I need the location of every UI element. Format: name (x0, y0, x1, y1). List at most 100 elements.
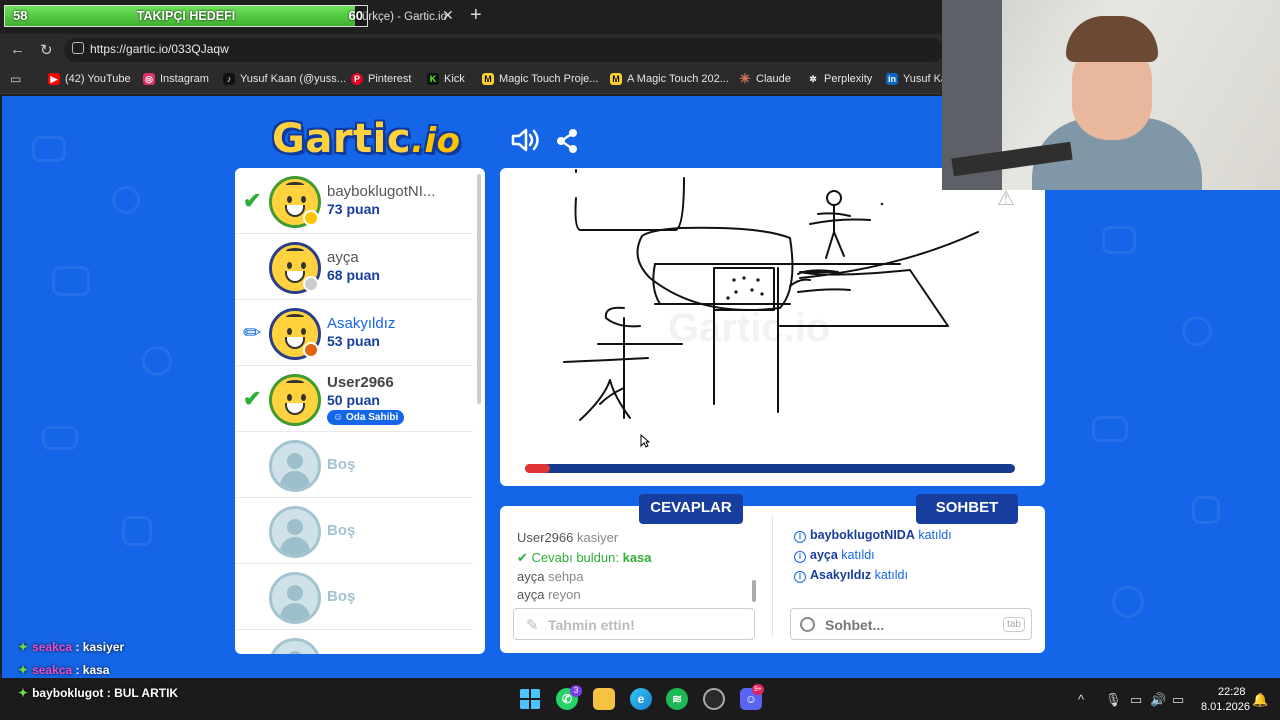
logo-text: Gartic (272, 116, 412, 162)
claude-icon: ✳ (739, 71, 751, 86)
bookmark-linkedin[interactable]: in Yusuf Ka (886, 73, 947, 85)
tray-expand-icon[interactable]: ^ (1078, 692, 1084, 707)
sound-icon[interactable] (510, 126, 540, 154)
chat-tab[interactable]: SOHBET (916, 494, 1018, 524)
close-tab-icon[interactable]: ✕ (442, 7, 454, 24)
chat-text: : kasa (75, 663, 110, 677)
owner-badge-label: Oda Sahibi (346, 412, 399, 423)
bookmark-label: A Magic Touch 202... (627, 73, 729, 85)
file-explorer-icon[interactable] (593, 688, 615, 710)
webcam-person (1066, 16, 1158, 62)
empty-slot: Boş (235, 564, 473, 630)
answers-scrollbar[interactable] (752, 580, 756, 602)
sparkle-icon: ✦ (18, 686, 29, 700)
stream-chat-message: ✦ bayboklugot : BUL ARTIK (18, 686, 178, 700)
message-user: ayça (517, 569, 545, 584)
volume-icon[interactable]: 🔊 (1150, 692, 1166, 708)
player-row[interactable]: ayça 68 puan (235, 234, 473, 300)
answer-message: ayça sehpa (517, 569, 584, 584)
message-user: ayça (810, 548, 838, 562)
bookmark-perplexity[interactable]: ✲ Perplexity (807, 73, 872, 85)
answers-tab[interactable]: CEVAPLAR (639, 494, 743, 524)
chat-input[interactable]: Sohbet... tab (790, 608, 1032, 640)
pencil-icon: ✎ (526, 617, 539, 634)
youtube-icon: ▶ (48, 73, 60, 85)
bookmark-label: Yusuf Ka (903, 73, 948, 85)
tab-search-icon[interactable]: ▭ (10, 72, 21, 86)
player-avatar (269, 374, 321, 426)
bookmark-magic-touch-project[interactable]: M Magic Touch Proje... (482, 73, 598, 85)
discord-badge: 9+ (752, 684, 764, 695)
bookmark-kick[interactable]: K Kick (427, 73, 465, 85)
share-icon[interactable] (554, 128, 580, 154)
spotify-icon[interactable]: ≋ (666, 688, 688, 710)
miro-icon: M (610, 73, 622, 85)
background-pattern (1092, 416, 1128, 442)
player-name: Asakyıldız (327, 315, 396, 332)
empty-slot: Boş (235, 432, 473, 498)
info-icon: i (794, 571, 806, 583)
empty-avatar-icon (269, 506, 321, 558)
notifications-icon[interactable]: 🔔 (1252, 692, 1268, 708)
follower-goal-label: TAKIPÇI HEDEFI (136, 9, 236, 23)
player-level-dot (303, 210, 319, 226)
round-timer-fill (525, 464, 550, 473)
player-score: 53 puan (327, 333, 380, 349)
clock-time[interactable]: 22:28 (1218, 686, 1246, 698)
obs-icon[interactable] (703, 688, 725, 710)
guess-input[interactable]: ✎ Tahmin ettin! (513, 608, 755, 640)
player-row[interactable]: ✔ User2966 50 puan ☺ Oda Sahibi (235, 366, 473, 432)
chat-bubble-icon (800, 617, 815, 632)
battery-icon[interactable]: ▭ (1172, 692, 1184, 708)
player-name: ayça (327, 249, 359, 266)
back-icon[interactable]: ← (10, 41, 25, 58)
instagram-icon: ◎ (143, 73, 155, 85)
panel-divider (772, 516, 773, 636)
empty-slot: Boş (235, 498, 473, 564)
message-user: Asakyıldız (810, 568, 872, 582)
chat-placeholder: Sohbet... (825, 617, 885, 633)
player-level-dot (303, 276, 319, 292)
edge-icon[interactable]: e (630, 688, 652, 710)
bookmark-label: Claude (756, 73, 791, 85)
stream-chat-message: ✦ seakca : kasiyer (18, 640, 124, 654)
empty-slot-label: Boş (327, 588, 356, 605)
url-field[interactable]: https://gartic.io/033QJaqw (64, 38, 944, 62)
bookmark-claude[interactable]: ✳ Claude (739, 71, 791, 86)
message-text: katıldı (918, 528, 952, 542)
bookmark-instagram[interactable]: ◎ Instagram (143, 73, 209, 85)
player-row[interactable]: ✔ bayboklugotNI... 73 puan (235, 168, 473, 234)
windows-taskbar: ✆ 3 e ≋ ☺ 9+ ^ 🎙 ▭ 🔊 ▭ 22:28 8.01.2026 🔔 (0, 678, 1280, 720)
bookmark-label: Kick (444, 73, 465, 85)
chat-text: : kasiyer (75, 640, 125, 654)
sparkle-icon: ✦ (18, 663, 29, 677)
bookmark-tiktok[interactable]: ♪ Yusuf Kaan (@yuss... (223, 73, 346, 85)
info-icon: i (794, 531, 806, 543)
network-icon[interactable]: ▭ (1130, 692, 1142, 708)
new-tab-icon[interactable]: + (470, 4, 482, 27)
correct-check-icon: ✔ (517, 550, 532, 565)
bookmark-magic-touch-2025[interactable]: M A Magic Touch 202... (610, 73, 729, 85)
players-scrollbar[interactable] (477, 174, 481, 404)
site-info-icon[interactable] (72, 42, 84, 54)
empty-slot-label: Boş (327, 456, 356, 473)
bookmark-pinterest[interactable]: P Pinterest (351, 73, 411, 85)
webcam-overlay (942, 0, 1280, 190)
join-message: i ayça katıldı (794, 548, 875, 563)
drawing-strokes (563, 169, 979, 421)
linkedin-icon: in (886, 73, 898, 85)
reload-icon[interactable]: ↻ (40, 41, 53, 59)
bookmark-youtube[interactable]: ▶ (42) YouTube (48, 73, 131, 85)
player-row[interactable]: ✏ Asakyıldız 53 puan (235, 300, 473, 366)
microphone-icon[interactable]: 🎙 (1105, 692, 1122, 708)
message-text: katıldı (841, 548, 875, 562)
miro-icon: M (482, 73, 494, 85)
tiktok-icon: ♪ (223, 73, 235, 85)
message-text: sehpa (548, 569, 584, 584)
clock-date[interactable]: 8.01.2026 (1201, 701, 1250, 713)
windows-start-icon[interactable] (519, 688, 541, 710)
bookmark-label: Perplexity (824, 73, 873, 85)
drawing-canvas[interactable]: Gartic.io ⚠ (500, 168, 1045, 486)
background-pattern (142, 346, 172, 376)
players-list: ✔ bayboklugotNI... 73 puan ayça 68 puan … (235, 168, 485, 654)
